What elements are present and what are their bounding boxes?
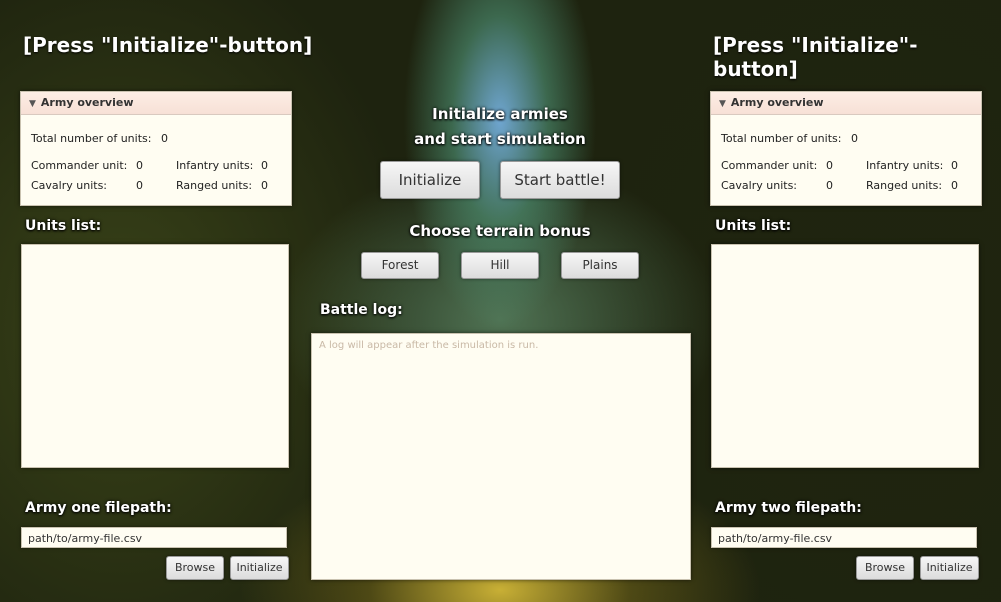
start-battle-button[interactable]: Start battle! [500, 161, 620, 199]
left-ranged-label: Ranged units: [176, 179, 253, 192]
left-filepath-input[interactable]: path/to/army-file.csv [21, 527, 287, 548]
left-ranged-value: 0 [261, 179, 268, 192]
right-army-overview-panel: ▼ Army overview Total number of units: 0 … [710, 91, 982, 206]
left-army-overview-header[interactable]: ▼ Army overview [21, 92, 291, 115]
left-commander-value: 0 [136, 159, 143, 172]
left-total-units-value: 0 [161, 132, 168, 145]
left-army-status-title: [Press "Initialize"-button] [23, 33, 313, 57]
terrain-forest-button[interactable]: Forest [361, 252, 439, 279]
left-commander-label: Commander unit: [31, 159, 128, 172]
right-army-overview-header[interactable]: ▼ Army overview [711, 92, 981, 115]
left-browse-button[interactable]: Browse [166, 556, 224, 580]
left-infantry-label: Infantry units: [176, 159, 254, 172]
right-overview-header-label: Army overview [730, 96, 824, 109]
initialize-armies-button[interactable]: Initialize [380, 161, 480, 199]
right-infantry-label: Infantry units: [866, 159, 944, 172]
terrain-bonus-title: Choose terrain bonus [409, 222, 591, 240]
right-cavalry-label: Cavalry units: [721, 179, 798, 192]
right-ranged-label: Ranged units: [866, 179, 943, 192]
battle-log-placeholder: A log will appear after the simulation i… [319, 340, 539, 351]
left-infantry-value: 0 [261, 159, 268, 172]
left-units-list[interactable] [21, 244, 289, 468]
right-commander-value: 0 [826, 159, 833, 172]
right-commander-label: Commander unit: [721, 159, 818, 172]
battle-log-label: Battle log: [320, 302, 403, 318]
left-total-units-label: Total number of units: [31, 132, 152, 145]
collapse-triangle-icon: ▼ [719, 99, 726, 109]
left-filepath-label: Army one filepath: [25, 500, 172, 516]
left-army-overview-panel: ▼ Army overview Total number of units: 0 … [20, 91, 292, 206]
right-filepath-input[interactable]: path/to/army-file.csv [711, 527, 977, 548]
right-initialize-button[interactable]: Initialize [920, 556, 979, 580]
right-units-list[interactable] [711, 244, 979, 468]
right-browse-button[interactable]: Browse [856, 556, 914, 580]
left-overview-header-label: Army overview [40, 96, 134, 109]
collapse-triangle-icon: ▼ [29, 99, 36, 109]
terrain-hill-button[interactable]: Hill [461, 252, 539, 279]
right-filepath-label: Army two filepath: [715, 500, 862, 516]
left-cavalry-label: Cavalry units: [31, 179, 108, 192]
right-cavalry-value: 0 [826, 179, 833, 192]
right-total-units-value: 0 [851, 132, 858, 145]
right-army-status-title: [Press "Initialize"-button] [713, 33, 918, 81]
battle-log-textarea[interactable]: A log will appear after the simulation i… [311, 333, 691, 580]
left-initialize-button[interactable]: Initialize [230, 556, 289, 580]
init-title-line2: and start simulation [414, 130, 586, 148]
right-total-units-label: Total number of units: [721, 132, 842, 145]
right-infantry-value: 0 [951, 159, 958, 172]
right-ranged-value: 0 [951, 179, 958, 192]
init-title-line1: Initialize armies [432, 105, 568, 123]
right-units-list-label: Units list: [715, 218, 792, 234]
left-cavalry-value: 0 [136, 179, 143, 192]
terrain-plains-button[interactable]: Plains [561, 252, 639, 279]
left-units-list-label: Units list: [25, 218, 102, 234]
